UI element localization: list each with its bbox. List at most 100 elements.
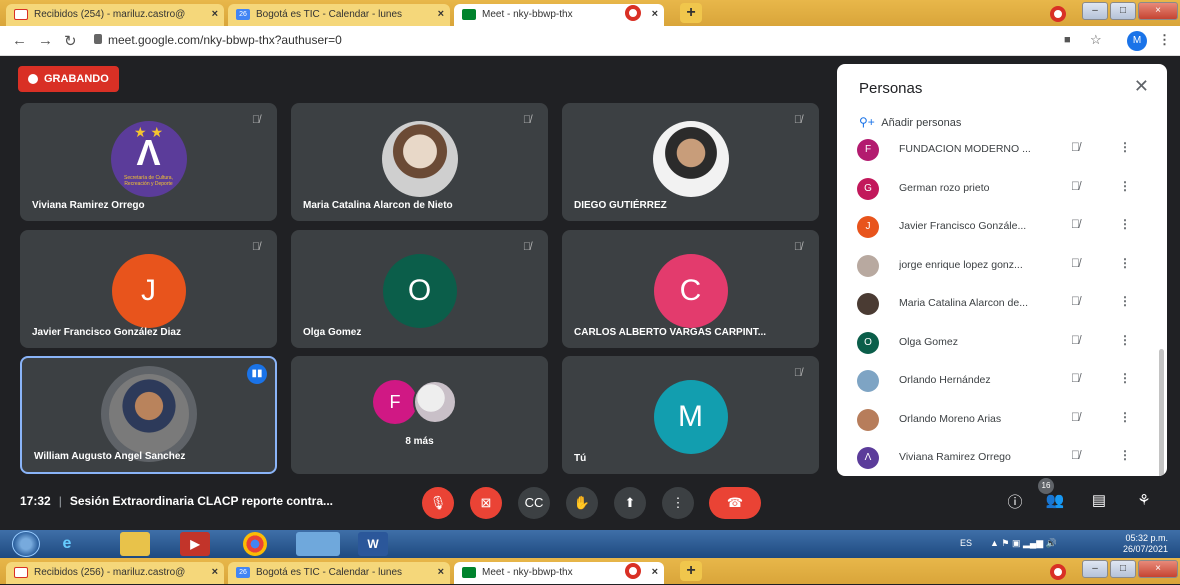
- mic-off-icon[interactable]: 🎙̸: [1071, 410, 1080, 424]
- more-vert-icon: ⋮: [671, 495, 685, 510]
- camera-icon[interactable]: ■: [1064, 34, 1071, 46]
- person-list-item[interactable]: O Olga Gomez 🎙̸ ⋮: [837, 323, 1159, 362]
- more-vert-icon[interactable]: ⋮: [1119, 410, 1131, 424]
- more-vert-icon[interactable]: ⋮: [1119, 371, 1131, 385]
- present-button[interactable]: ⬆: [614, 487, 646, 519]
- camera-toggle-button[interactable]: ⊠: [470, 487, 502, 519]
- lock-icon: [94, 34, 102, 44]
- person-list-item[interactable]: J Javier Francisco Gonzále... 🎙̸ ⋮: [837, 207, 1159, 246]
- activities-icon[interactable]: ⚘: [1132, 491, 1156, 509]
- start-button[interactable]: [12, 531, 40, 557]
- close-window-button[interactable]: ×: [1138, 560, 1178, 578]
- participant-tile[interactable]: 🎙̸ ★ ★ Λ Secretaría de Cultura, Recreaci…: [20, 103, 277, 221]
- person-list-item[interactable]: Maria Catalina Alarcon de... 🎙̸ ⋮: [837, 284, 1159, 323]
- folder-icon[interactable]: [120, 532, 150, 556]
- maximize-button[interactable]: □: [1110, 2, 1136, 20]
- tab-gmail[interactable]: Recibidos (256) - mariluz.castro@ ×: [6, 562, 224, 584]
- leave-call-button[interactable]: ☎: [709, 487, 761, 519]
- more-participants-label: 8 más: [405, 436, 434, 447]
- chrome-taskbar-button[interactable]: [296, 532, 340, 556]
- close-tab-icon[interactable]: ×: [212, 8, 218, 20]
- tab-gmail[interactable]: Recibidos (254) - mariluz.castro@ ×: [6, 4, 224, 26]
- minimize-button[interactable]: –: [1082, 2, 1108, 20]
- speaking-indicator-icon: ▮▮: [247, 364, 267, 384]
- maximize-button[interactable]: □: [1110, 560, 1136, 578]
- person-list-item[interactable]: Λ Viviana Ramirez Orrego 🎙̸ ⋮: [837, 438, 1159, 476]
- mic-off-icon[interactable]: 🎙̸: [1071, 217, 1080, 231]
- person-list-item[interactable]: Orlando Moreno Arias 🎙̸ ⋮: [837, 400, 1159, 439]
- close-window-button[interactable]: ×: [1138, 2, 1178, 20]
- mic-off-icon[interactable]: 🎙̸: [1071, 256, 1080, 270]
- mic-off-icon[interactable]: 🎙̸: [1071, 371, 1080, 385]
- tab-calendar[interactable]: 26 Bogotá es TIC - Calendar - lunes ×: [228, 4, 450, 26]
- captions-button[interactable]: CC: [518, 487, 550, 519]
- person-list-item[interactable]: G German rozo prieto 🎙̸ ⋮: [837, 169, 1159, 208]
- more-vert-icon[interactable]: ⋮: [1119, 294, 1131, 308]
- raise-hand-button[interactable]: ✋: [566, 487, 598, 519]
- mic-off-icon[interactable]: 🎙̸: [1071, 140, 1080, 154]
- url-field[interactable]: meet.google.com/nky-bbwp-thx?authuser=0: [108, 33, 342, 47]
- tab-calendar[interactable]: 26 Bogotá es TIC - Calendar - lunes ×: [228, 562, 450, 584]
- media-player-icon[interactable]: ▶: [180, 532, 210, 556]
- meeting-controls: 17:32 | Sesión Extraordinaria CLACP report…: [0, 474, 1180, 530]
- recording-tab-icon: [625, 5, 641, 21]
- mic-off-icon: 🎙̸: [793, 241, 803, 253]
- tray-icons[interactable]: ▲ ⚑ ▣ ▂▄▆ 🔊: [990, 538, 1057, 549]
- more-vert-icon[interactable]: ⋮: [1119, 217, 1131, 231]
- close-tab-icon[interactable]: ×: [652, 566, 658, 578]
- person-list-item[interactable]: F FUNDACION MODERNO ... 🎙̸ ⋮: [837, 130, 1159, 169]
- recording-indicator-icon: [1050, 6, 1066, 22]
- participant-tile[interactable]: 🎙̸ C CARLOS ALBERTO VARGAS CARPINT...: [562, 230, 819, 348]
- add-people-button[interactable]: ⚲+ Añadir personas: [859, 115, 961, 129]
- participant-tile[interactable]: 🎙̸ J Javier Francisco González Diaz: [20, 230, 277, 348]
- participant-name: Maria Catalina Alarcon de Nieto: [303, 200, 453, 211]
- participant-tile[interactable]: 🎙̸ DIEGO GUTIÉRREZ: [562, 103, 819, 221]
- new-tab-button[interactable]: +: [680, 3, 702, 23]
- self-tile[interactable]: 🎙̸ M Tú: [562, 356, 819, 474]
- mic-off-icon[interactable]: 🎙̸: [1071, 294, 1080, 308]
- more-vert-icon[interactable]: ⋮: [1119, 333, 1131, 347]
- minimize-button[interactable]: –: [1082, 560, 1108, 578]
- person-list-item[interactable]: jorge enrique lopez gonz... 🎙̸ ⋮: [837, 246, 1159, 285]
- word-icon[interactable]: W: [358, 532, 388, 556]
- participant-tile[interactable]: 🎙̸ Maria Catalina Alarcon de Nieto: [291, 103, 548, 221]
- system-clock[interactable]: 05:32 p.m. 26/07/2021: [1123, 533, 1168, 555]
- clock-date: 26/07/2021: [1122, 544, 1168, 554]
- person-list-item[interactable]: Orlando Hernández 🎙̸ ⋮: [837, 361, 1159, 400]
- profile-avatar[interactable]: M: [1127, 31, 1147, 51]
- more-participants-tile[interactable]: F 8 más: [291, 356, 548, 474]
- close-tab-icon[interactable]: ×: [438, 566, 444, 578]
- participant-name: Viviana Ramirez Orrego: [32, 200, 145, 211]
- forward-icon[interactable]: →: [38, 32, 53, 49]
- participant-initial-avatar: C: [653, 254, 728, 328]
- meet-stage: GRABANDO 🎙̸ ★ ★ Λ Secretaría de Cultura,…: [0, 56, 1180, 530]
- mic-toggle-button[interactable]: 🎙: [422, 487, 454, 519]
- more-vert-icon[interactable]: ⋮: [1119, 140, 1131, 154]
- more-options-button[interactable]: ⋮: [662, 487, 694, 519]
- new-tab-button[interactable]: +: [680, 561, 702, 581]
- chat-icon[interactable]: ▤: [1087, 491, 1111, 509]
- mic-off-icon[interactable]: 🎙̸: [1071, 179, 1080, 193]
- star-icon[interactable]: ☆: [1090, 32, 1102, 48]
- reload-icon[interactable]: ↻: [64, 32, 77, 50]
- more-vert-icon[interactable]: ⋮: [1119, 179, 1131, 193]
- more-vert-icon[interactable]: ⋮: [1119, 448, 1131, 462]
- person-avatar: [857, 408, 879, 431]
- participant-tile[interactable]: 🎙̸ O Olga Gomez: [291, 230, 548, 348]
- info-icon[interactable]: ⓘ: [1003, 491, 1027, 512]
- tab-label: Meet - nky-bbwp-thx: [482, 567, 573, 578]
- menu-icon[interactable]: ⋮: [1158, 32, 1171, 48]
- close-tab-icon[interactable]: ×: [212, 566, 218, 578]
- close-tab-icon[interactable]: ×: [438, 8, 444, 20]
- more-vert-icon[interactable]: ⋮: [1119, 256, 1131, 270]
- close-icon[interactable]: ✕: [1134, 76, 1149, 97]
- participant-tile-active-speaker[interactable]: ▮▮ William Augusto Angel Sanchez: [20, 356, 277, 474]
- people-scrollbar[interactable]: [1159, 349, 1164, 476]
- back-icon[interactable]: ←: [12, 32, 27, 49]
- ie-icon[interactable]: e: [52, 532, 82, 556]
- chrome-icon[interactable]: [243, 532, 267, 556]
- mic-off-icon[interactable]: 🎙̸: [1071, 448, 1080, 462]
- close-tab-icon[interactable]: ×: [652, 8, 658, 20]
- language-indicator[interactable]: ES: [960, 538, 972, 548]
- mic-off-icon[interactable]: 🎙̸: [1071, 333, 1080, 347]
